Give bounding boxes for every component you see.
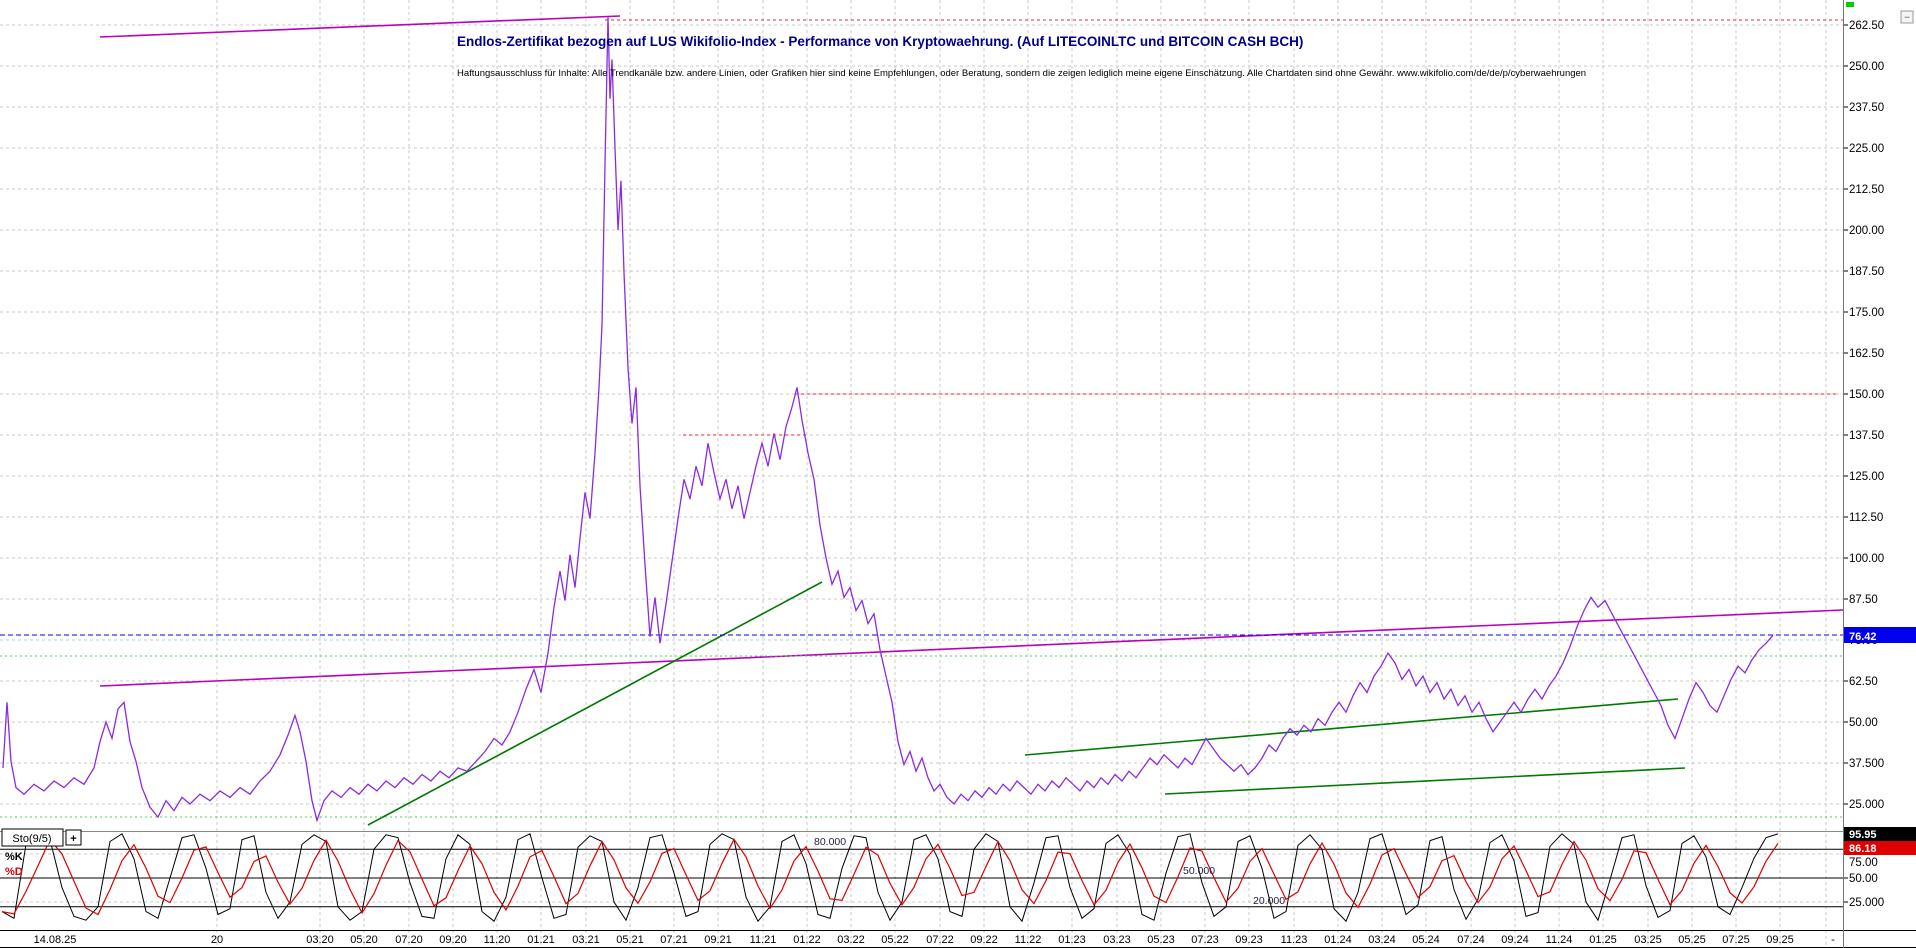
price-line: [3, 17, 1773, 821]
x-axis-label: 11.22: [1015, 934, 1042, 946]
x-axis-label: 05.25: [1678, 934, 1706, 946]
y-axis-label: 100.00: [1849, 553, 1884, 565]
x-axis-label: 09.24: [1501, 934, 1529, 946]
x-axis-label: 09.23: [1235, 934, 1263, 946]
y-axis-label: 175.00: [1849, 307, 1884, 319]
chart-disclaimer: Haftungsausschluss für Inhalte: Alle Tre…: [457, 68, 1586, 79]
y-axis-label: 87.50: [1849, 594, 1878, 606]
x-axis-label: 09.25: [1766, 934, 1794, 946]
x-axis-label: 07.22: [926, 934, 954, 946]
y-axis-labels: 262.50 250.00 237.50 225.00 212.50 200.00 187.…: [1843, 20, 1884, 902]
sto-indicator-label: Sto(9/5): [12, 833, 51, 845]
chart-canvas: 262.50 250.00 237.50 225.00 212.50 200.00 187.…: [0, 0, 1916, 948]
x-axis-label: 03.20: [306, 934, 334, 946]
y-axis-label: 162.50: [1849, 348, 1884, 360]
x-axis-label: 05.22: [881, 934, 909, 946]
y-axis-label: 262.50: [1849, 20, 1884, 32]
y-axis-label: 137.50: [1849, 430, 1884, 442]
x-axis-labels: 14.08.25 20 03.20 05.20 07.20 09.20 11.20 01.21…: [34, 934, 1836, 946]
x-axis-label: 09.20: [439, 934, 467, 946]
minus-icon: −: [1904, 13, 1910, 24]
sto-k-value: 95.95: [1849, 829, 1877, 841]
green-trendline-upper: [1025, 699, 1678, 755]
x-axis-label: 11.20: [484, 934, 511, 946]
sto-level-80-label: 80.000: [814, 836, 846, 848]
chart-window: 262.50 250.00 237.50 225.00 212.50 200.00 187.…: [0, 0, 1916, 948]
x-axis-label: 11.24: [1546, 934, 1573, 946]
x-axis-label: 05.21: [616, 934, 644, 946]
x-axis-label: 07.24: [1457, 934, 1485, 946]
x-axis-label: 03.24: [1368, 934, 1396, 946]
x-axis-label: 03.22: [837, 934, 865, 946]
x-axis-label: 03.25: [1634, 934, 1662, 946]
status-marker: [1846, 2, 1854, 7]
chart-title: Endlos-Zertifikat bezogen auf LUS Wikifo…: [457, 34, 1303, 49]
y-axis-label: 150.00: [1849, 389, 1884, 401]
green-trendline-lower: [1165, 768, 1685, 794]
x-axis-label: 20: [211, 934, 223, 946]
sto-axis-75-label: 75.00: [1849, 857, 1878, 869]
sto-k-legend: %K: [5, 851, 23, 863]
series-layer: [3, 17, 1773, 821]
x-axis-label: 11.21: [750, 934, 777, 946]
x-axis-label: 05.23: [1147, 934, 1175, 946]
y-axis-label: 212.50: [1849, 184, 1884, 196]
y-axis-label: 237.50: [1849, 102, 1884, 114]
y-axis-label: 62.50: [1849, 676, 1878, 688]
current-price-value: 76.42: [1849, 631, 1877, 643]
y-axis-label: 250.00: [1849, 61, 1884, 73]
x-axis-label: 01.21: [527, 934, 555, 946]
x-axis-label: 09.21: [704, 934, 732, 946]
x-axis-label: 05.20: [350, 934, 378, 946]
plus-icon: +: [70, 833, 76, 845]
sto-d-line: [2, 839, 1778, 914]
sto-level-20-label: 20.000: [1253, 895, 1285, 907]
x-axis-label: 03.21: [572, 934, 600, 946]
sto-d-value: 86.18: [1849, 843, 1877, 855]
annotation-lines-layer: [0, 16, 1843, 825]
y-axis-label: 187.50: [1849, 266, 1884, 278]
sto-axis-50-label: 50.00: [1849, 873, 1878, 885]
sto-d-legend: %D: [5, 866, 23, 878]
x-axis-label: 14.08.25: [34, 934, 77, 946]
y-axis-label: 125.00: [1849, 471, 1884, 483]
x-axis-label: 01.22: [793, 934, 821, 946]
y-axis-label: 37.500: [1849, 758, 1884, 770]
green-trendline-2021: [368, 582, 822, 825]
y-axis-label: 112.50: [1849, 512, 1883, 524]
stochastic-layer: [0, 834, 1843, 921]
x-axis-label: 03.23: [1103, 934, 1131, 946]
sto-level-50-label: 50.000: [1183, 865, 1215, 877]
x-axis-label: 07.23: [1191, 934, 1219, 946]
sto-axis-25-label: 25.000: [1849, 897, 1884, 909]
x-axis-label: 01.23: [1058, 934, 1086, 946]
x-axis-label: 11.23: [1281, 934, 1308, 946]
x-axis-label: 01.25: [1589, 934, 1617, 946]
y-axis-label: 25.000: [1849, 799, 1884, 811]
x-axis-label: 01.24: [1324, 934, 1352, 946]
x-axis-label: 07.25: [1722, 934, 1750, 946]
x-axis-label: 07.21: [660, 934, 688, 946]
y-axis-label: 225.00: [1849, 143, 1884, 155]
long-trend-channel: [100, 610, 1843, 686]
y-axis-label: 50.00: [1849, 717, 1878, 729]
x-axis-label: 09.22: [970, 934, 998, 946]
grid-layer: [0, 0, 1843, 946]
x-axis-label: -: [1831, 934, 1835, 946]
y-axis-label: 200.00: [1849, 225, 1884, 237]
x-axis-label: 07.20: [395, 934, 423, 946]
x-axis-label: 05.24: [1412, 934, 1440, 946]
